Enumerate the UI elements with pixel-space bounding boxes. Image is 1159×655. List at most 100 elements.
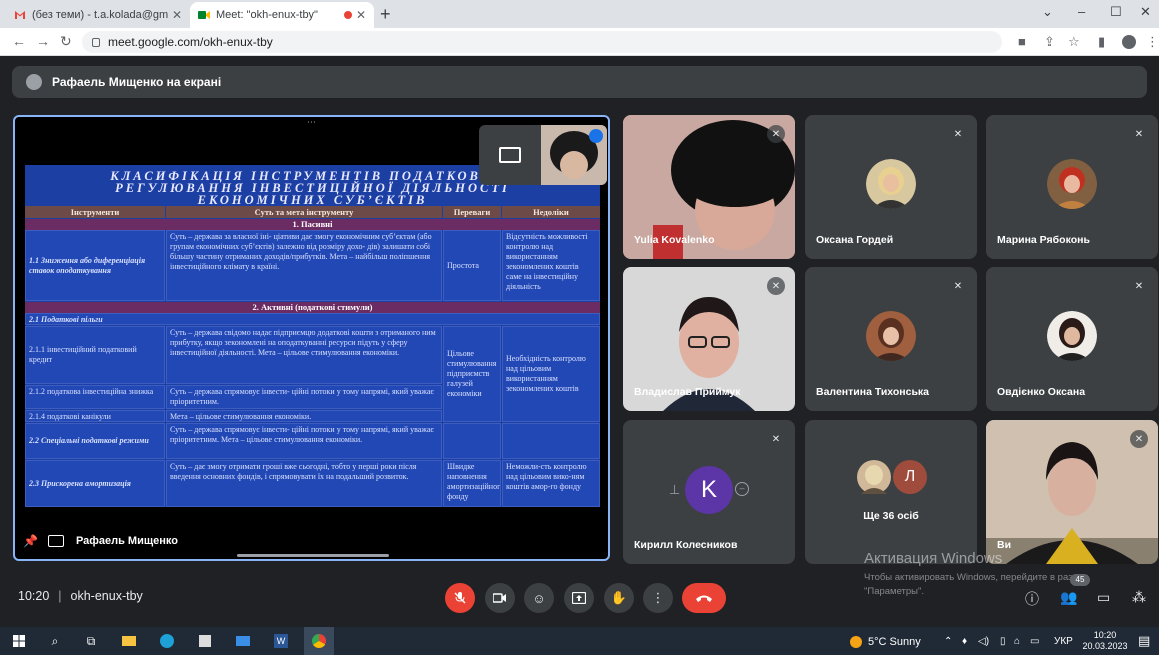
participant-tile[interactable]: ✕ Оксана Гордей	[805, 115, 977, 259]
keyboard-icon[interactable]: ▭	[1030, 636, 1039, 647]
edge-icon[interactable]	[156, 631, 178, 651]
participant-tile[interactable]: ✕ Овдієнко Оксана	[986, 267, 1158, 411]
volume-icon[interactable]: ◁)	[978, 636, 989, 647]
camera-indicator-icon[interactable]: ■	[1018, 34, 1026, 49]
share-icon[interactable]: ⇪	[1044, 34, 1055, 50]
bookmark-star-icon[interactable]: ☆	[1068, 34, 1080, 50]
side-panel-icon[interactable]: ▮	[1098, 34, 1105, 50]
participant-tile[interactable]: ✕ Марина Рябоконь	[986, 115, 1158, 259]
present-screen-icon	[572, 592, 586, 604]
close-tab-icon[interactable]: ✕	[172, 8, 182, 22]
slide-cell: Швидке наповнення амортизаційного фонду	[443, 460, 501, 507]
slide-cell: 2.1.4 податкові канікули	[25, 410, 165, 422]
network-icon[interactable]: ⌂	[1014, 636, 1020, 647]
presenting-icon	[479, 125, 541, 185]
slide-cell: 2.1.2 податкова інвестиційна знижка	[25, 385, 165, 409]
speaking-indicator-icon	[589, 129, 603, 143]
menu-kebab-icon[interactable]: ⋮	[1146, 34, 1159, 50]
forward-icon[interactable]: →	[36, 33, 50, 49]
new-tab-button[interactable]: +	[380, 4, 391, 25]
more-participants-tile[interactable]: Л Ще 36 осіб	[805, 420, 977, 564]
mic-off-icon: ✕	[1130, 277, 1148, 295]
drag-handle-icon[interactable]: ⋯	[307, 117, 316, 128]
system-clock[interactable]: 10:20 20.03.2023	[1080, 630, 1130, 652]
pin-icon[interactable]: 📌	[23, 534, 38, 548]
mic-off-icon: ✕	[949, 125, 967, 143]
maximize-button[interactable]: ☐	[1110, 4, 1122, 20]
self-view-pip[interactable]	[479, 125, 607, 185]
remove-participant-icon[interactable]: –	[735, 482, 749, 496]
meeting-details-icon[interactable]: ⓘ	[1025, 589, 1039, 609]
mic-off-icon: ✕	[949, 277, 967, 295]
chrome-icon[interactable]	[304, 627, 334, 655]
word-icon[interactable]: W	[270, 631, 292, 651]
slide-header-cell: Переваги	[443, 206, 501, 218]
url-text: meet.google.com/okh-enux-tby	[108, 35, 273, 49]
participant-name: Yulia Kovalenko	[634, 234, 715, 246]
present-now-button[interactable]	[564, 583, 594, 613]
tab-gmail[interactable]: (без теми) - t.a.kolada@gmail.c ✕	[6, 2, 190, 28]
battery-icon[interactable]: ▯	[1000, 636, 1006, 647]
participant-tile[interactable]: ⊥ K – ✕ Кирилл Колесников	[623, 420, 795, 564]
self-tile[interactable]: ✕ Ви	[986, 420, 1158, 564]
tab-search-icon[interactable]: ⌄	[1042, 4, 1053, 20]
participant-count-badge: 45	[1070, 574, 1090, 586]
reactions-button[interactable]: ☺	[524, 583, 554, 613]
file-explorer-icon[interactable]	[118, 631, 140, 651]
presentation-stage[interactable]: ⋯ КЛАСИФІКАЦІЯ ІНСТРУМЕНТІВ ПОДАТКОВОГО …	[13, 115, 610, 561]
mail-icon[interactable]	[232, 631, 254, 651]
store-icon[interactable]	[194, 631, 216, 651]
mic-tray-icon[interactable]: ♦	[962, 636, 967, 647]
participant-tile[interactable]: ✕ Yulia Kovalenko	[623, 115, 795, 259]
presenter-name-label: Рафаель Мищенко	[75, 535, 178, 547]
windows-activation-title: Активация Windows	[864, 550, 1003, 567]
back-icon[interactable]: ←	[12, 33, 26, 49]
mic-off-icon: ✕	[767, 277, 785, 295]
slide-cell: Суть – держава спрямовує інвести- ційні …	[166, 385, 442, 409]
more-options-button[interactable]: ⋮	[643, 583, 673, 613]
slide-cell	[443, 423, 501, 459]
clock-time: 10:20	[1093, 630, 1117, 640]
emoji-icon: ☺	[532, 590, 546, 606]
reload-icon[interactable]: ↻	[60, 33, 72, 50]
participant-letter-avatar: Л	[893, 460, 927, 494]
profile-avatar[interactable]	[1122, 35, 1136, 49]
leave-call-button[interactable]	[682, 583, 726, 613]
address-bar: ← → ↻ meet.google.com/okh-enux-tby ■ ⇪ ☆…	[0, 28, 1159, 56]
chat-icon[interactable]: ▭	[1097, 589, 1110, 606]
participant-tile[interactable]: ✕ Владислав Приймук	[623, 267, 795, 411]
tab-meet[interactable]: Meet: "okh-enux-tby" ✕	[190, 2, 374, 28]
slide-section-row: 1. Пасивні	[25, 219, 600, 230]
slide-cell: Необхідність контролю над цільовим викор…	[502, 326, 600, 422]
gmail-icon	[15, 11, 25, 19]
raise-hand-button[interactable]: ✋	[604, 583, 634, 613]
minimize-button[interactable]: –	[1078, 4, 1085, 19]
search-icon[interactable]: ⌕	[44, 631, 66, 651]
slide-header-cell: Недоліки	[502, 206, 600, 218]
people-icon[interactable]: 👥	[1060, 589, 1077, 606]
stage-scroll-indicator[interactable]	[237, 554, 389, 557]
camera-button[interactable]	[485, 583, 515, 613]
browser-tab-bar: (без теми) - t.a.kolada@gmail.c ✕ Meet: …	[0, 0, 1159, 28]
weather-widget[interactable]: 5°C Sunny	[850, 636, 921, 648]
participant-avatar	[1047, 311, 1097, 361]
slide-cell: 2.3 Прискорена амортизація	[25, 460, 165, 507]
url-input[interactable]: meet.google.com/okh-enux-tby	[82, 31, 1002, 53]
close-tab-icon[interactable]: ✕	[356, 8, 366, 22]
slide-cell: Суть – держава за власної іні- ціативи д…	[166, 230, 442, 301]
participant-tile[interactable]: ✕ Валентина Тихонська	[805, 267, 977, 411]
presentation-banner-text: Рафаель Мищенко на екрані	[52, 75, 222, 89]
participant-avatar	[866, 159, 916, 209]
activities-icon[interactable]: ⁂	[1132, 589, 1146, 606]
meeting-time: 10:20	[18, 589, 50, 603]
close-window-button[interactable]: ✕	[1140, 4, 1151, 20]
tray-chevron-icon[interactable]: ⌃	[944, 636, 952, 647]
mic-off-icon: ✕	[1130, 430, 1148, 448]
task-view-icon[interactable]: ⧉	[80, 631, 102, 651]
mic-off-button[interactable]	[445, 583, 475, 613]
pin-icon[interactable]: ⊥	[669, 482, 680, 498]
participant-name: Оксана Гордей	[816, 234, 894, 246]
windows-start-icon[interactable]	[8, 631, 30, 651]
notifications-icon[interactable]: ▤	[1138, 633, 1150, 649]
input-language[interactable]: УКР	[1054, 636, 1073, 647]
